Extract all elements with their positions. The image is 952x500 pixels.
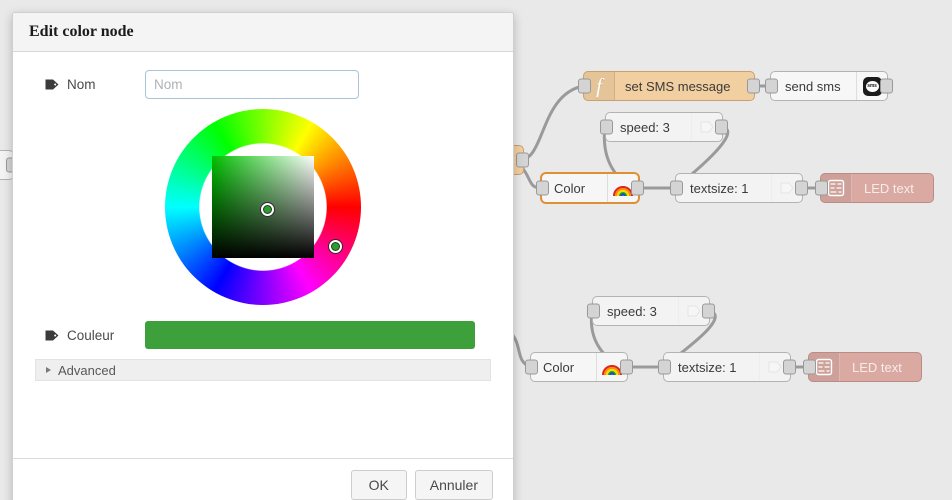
form-row-color: Couleur: [35, 321, 491, 349]
name-field-label-text: Nom: [67, 77, 96, 92]
port-output[interactable]: [702, 303, 715, 319]
hue-marker[interactable]: [329, 240, 342, 253]
flow-node-led-text-bottom[interactable]: LED text: [803, 352, 922, 382]
tag-icon: [45, 79, 59, 90]
port-input[interactable]: [658, 359, 671, 375]
flow-node-textsize-bottom[interactable]: textsize: 1: [658, 352, 796, 382]
flow-node-label: LED text: [852, 359, 902, 375]
port-input[interactable]: [587, 303, 600, 319]
port-output[interactable]: [715, 119, 728, 135]
port-input[interactable]: [525, 359, 538, 375]
port-input[interactable]: [600, 119, 613, 135]
color-field-label-text: Couleur: [67, 327, 115, 343]
advanced-label: Advanced: [58, 362, 116, 378]
color-field-label: Couleur: [35, 328, 145, 343]
port-output[interactable]: [747, 78, 760, 94]
dialog-footer: OK Annuler: [13, 458, 513, 500]
dialog-title: Edit color node: [13, 13, 513, 52]
flow-node-speed-top[interactable]: speed: 3: [600, 112, 728, 142]
flow-node-color-bottom[interactable]: Color: [525, 352, 633, 382]
flow-node-color-top[interactable]: Color: [536, 173, 644, 203]
port-input[interactable]: [803, 359, 816, 375]
flow-node-led-text-top[interactable]: LED text: [815, 173, 934, 203]
port-input[interactable]: [670, 180, 683, 196]
flow-node-label: set SMS message: [625, 78, 731, 94]
flow-node-label: speed: 3: [607, 303, 657, 319]
port-output[interactable]: [620, 359, 633, 375]
port-output[interactable]: [880, 78, 893, 94]
tag-icon: [45, 330, 59, 340]
color-picker-wheel[interactable]: [165, 109, 361, 305]
port-input[interactable]: [536, 180, 549, 196]
name-field-label: Nom: [35, 77, 145, 92]
form-row-name: Nom: [35, 70, 491, 99]
name-input[interactable]: [145, 70, 359, 99]
wire-hidden-to-setsms: [518, 84, 585, 162]
flow-node-label: send sms: [785, 78, 841, 94]
ok-button[interactable]: OK: [350, 470, 407, 500]
port-output[interactable]: [783, 359, 796, 375]
flow-node-send-sms[interactable]: send sms sms: [765, 71, 893, 101]
port-output[interactable]: [516, 152, 529, 168]
color-swatch[interactable]: [145, 321, 475, 349]
port-input[interactable]: [765, 78, 778, 94]
flow-node-label: LED text: [864, 180, 914, 196]
flow-node-label: textsize: 1: [690, 180, 749, 196]
flow-node-speed-bottom[interactable]: speed: 3: [587, 296, 715, 326]
app-root: f set SMS message send sms sms speed: 3: [0, 0, 952, 500]
flow-node-label: speed: 3: [620, 119, 670, 135]
port-output[interactable]: [795, 180, 808, 196]
edit-color-node-dialog: Edit color node Nom Nom Couleur Advanced…: [12, 12, 514, 500]
flow-node-label: textsize: 1: [678, 359, 737, 375]
cancel-button[interactable]: Annuler: [414, 470, 493, 500]
port-output[interactable]: [631, 180, 644, 196]
caret-right-icon: [46, 367, 51, 373]
saturation-value-marker[interactable]: [261, 203, 274, 216]
flow-node-textsize-top[interactable]: textsize: 1: [670, 173, 808, 203]
port-input[interactable]: [578, 78, 591, 94]
advanced-section-toggle[interactable]: Advanced: [35, 359, 491, 381]
port-input[interactable]: [815, 180, 828, 196]
flow-node-set-sms-message[interactable]: f set SMS message: [578, 71, 760, 101]
dialog-body: Nom Couleur: [13, 52, 513, 458]
